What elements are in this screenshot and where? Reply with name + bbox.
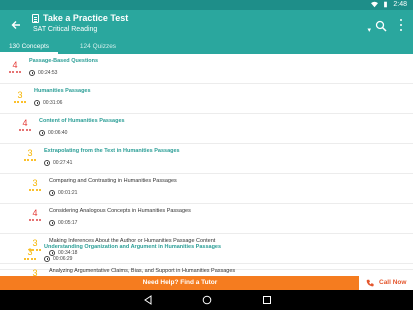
- mastery-level: 4: [18, 119, 32, 139]
- document-icon: [32, 13, 39, 23]
- level-number: 4: [32, 208, 38, 218]
- level-number: 4: [22, 118, 28, 128]
- menu-dot: [400, 19, 402, 21]
- level-number: 3: [17, 90, 23, 100]
- app-root: 2:48 Take a Practice Test SAT Critical R…: [0, 0, 413, 310]
- concept-time: 00:06:29: [53, 256, 73, 262]
- search-icon: [375, 20, 387, 32]
- wifi-icon: [371, 1, 379, 8]
- page-title: Take a Practice Test: [43, 13, 129, 23]
- status-time: 2:48: [393, 1, 407, 8]
- list-item[interactable]: 4 Considering Analogous Concepts in Huma…: [0, 204, 413, 234]
- system-nav-bar: [0, 290, 413, 310]
- battery-icon: [384, 1, 388, 8]
- concept-time: 00:05:17: [58, 220, 78, 226]
- concept-title: Extrapolating from the Text in Humanitie…: [44, 148, 180, 154]
- app-bar: Take a Practice Test SAT Critical Readin…: [0, 10, 413, 40]
- find-tutor-link[interactable]: Need Help? Find a Tutor: [0, 276, 360, 290]
- tab-quizzes[interactable]: 124 Quizzes: [58, 40, 138, 54]
- back-button[interactable]: [8, 17, 24, 33]
- clock-icon: [49, 190, 55, 196]
- concept-title: Passage-Based Questions: [29, 58, 99, 64]
- clock-icon: [34, 100, 40, 106]
- overflow-menu-button[interactable]: [398, 18, 404, 32]
- concept-title: Comparing and Contrasting in Humanities …: [49, 178, 177, 184]
- concept-list[interactable]: 4 Passage-Based Questions 00:24:53 3 Hum…: [0, 54, 413, 276]
- status-icons: 2:48: [371, 1, 407, 8]
- concept-time: 00:24:53: [38, 70, 58, 76]
- concept-time: 00:31:06: [43, 100, 63, 106]
- tutor-help-bar: Need Help? Find a Tutor Call Now: [0, 276, 413, 290]
- level-number: 3: [32, 268, 38, 277]
- level-number: 4: [12, 60, 18, 70]
- call-now-button[interactable]: Call Now: [359, 276, 413, 290]
- mastery-level: 4: [8, 61, 22, 81]
- phone-icon: [366, 279, 374, 287]
- subject-selector[interactable]: SAT Critical Reading ▾: [33, 26, 371, 36]
- mastery-level: 3: [28, 268, 42, 277]
- clock-icon: [29, 70, 35, 76]
- mastery-level: 4: [28, 209, 42, 229]
- dropdown-caret-icon: ▾: [367, 27, 371, 34]
- clock-icon: [44, 256, 50, 262]
- level-bar: [19, 129, 31, 131]
- list-item[interactable]: 4 Content of Humanities Passages 00:06:4…: [0, 114, 413, 144]
- level-bar: [14, 101, 26, 103]
- concept-time: 00:01:21: [58, 190, 78, 196]
- mastery-level: 3: [28, 179, 42, 199]
- level-bar: [29, 189, 41, 191]
- level-bar: [29, 219, 41, 221]
- call-now-label: Call Now: [379, 279, 407, 286]
- concept-title: Content of Humanities Passages: [39, 118, 125, 124]
- level-bar: [9, 71, 21, 73]
- level-number: 3: [27, 247, 33, 257]
- status-bar: 2:48: [0, 0, 413, 10]
- clock-icon: [49, 220, 55, 226]
- level-number: 3: [27, 148, 33, 158]
- list-item[interactable]: 3 Comparing and Contrasting in Humanitie…: [0, 174, 413, 204]
- concept-title: Humanities Passages: [34, 88, 91, 94]
- nav-back-icon[interactable]: [143, 295, 153, 305]
- list-item[interactable]: 4 Passage-Based Questions 00:24:53: [0, 54, 413, 84]
- search-button[interactable]: [375, 19, 387, 32]
- level-bar: [24, 159, 36, 161]
- mastery-level: 3: [23, 149, 37, 169]
- nav-home-icon[interactable]: [202, 295, 212, 305]
- level-number: 3: [32, 178, 38, 188]
- list-item[interactable]: 3 Extrapolating from the Text in Humanit…: [0, 144, 413, 174]
- nav-recents-icon[interactable]: [262, 295, 272, 305]
- concept-time: 00:06:40: [48, 130, 68, 136]
- back-arrow-icon: [11, 21, 20, 29]
- tab-bar: 130 Concepts 124 Quizzes: [0, 40, 413, 54]
- title-row: Take a Practice Test: [32, 13, 128, 23]
- level-bar: [24, 258, 36, 260]
- list-item[interactable]: 3 Humanities Passages 00:31:06: [0, 84, 413, 114]
- menu-dot: [400, 24, 402, 26]
- clock-icon: [39, 130, 45, 136]
- concept-title: Analyzing Argumentative Claims, Bias, an…: [49, 268, 236, 274]
- menu-dot: [400, 29, 402, 31]
- list-item[interactable]: 3 Analyzing Argumentative Claims, Bias, …: [0, 264, 413, 276]
- subject-label: SAT Critical Reading: [33, 26, 98, 33]
- clock-icon: [44, 160, 50, 166]
- mastery-level: 3: [13, 91, 27, 111]
- concept-title: Considering Analogous Concepts in Humani…: [49, 208, 191, 214]
- concept-title: Understanding Organization and Argument …: [44, 244, 222, 250]
- concept-time: 00:27:41: [53, 160, 73, 166]
